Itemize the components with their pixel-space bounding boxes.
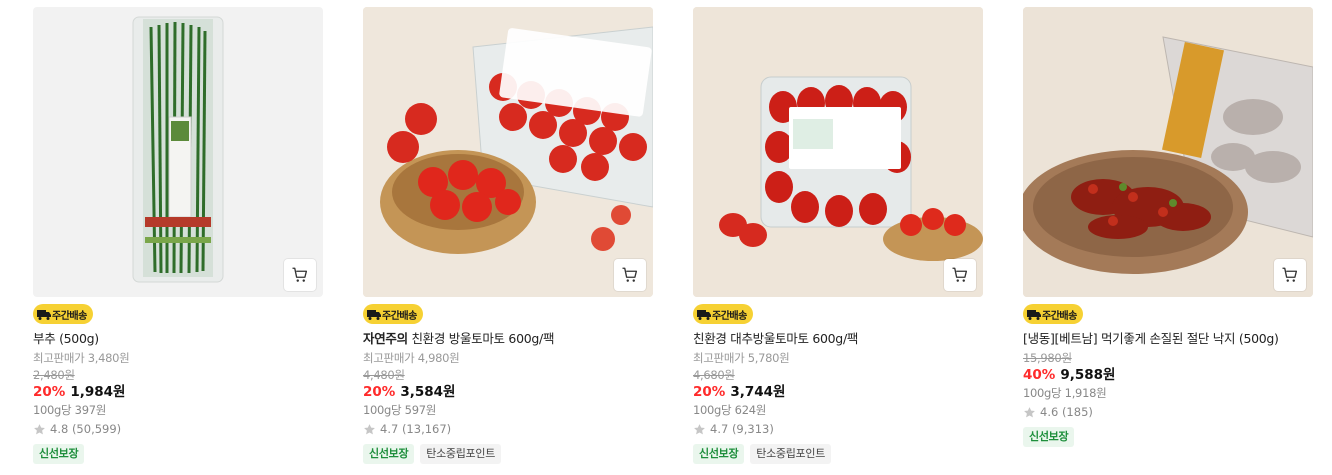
reference-price: 최고판매가 5,780원 <box>693 351 790 365</box>
discount-rate: 20% <box>693 384 726 400</box>
product-card[interactable]: 주간배송 자연주의 친환경 방울토마토 600g/팩 최고판매가 4,980원 … <box>363 7 653 464</box>
tag-carbon-neutral: 탄소중립포인트 <box>420 444 502 464</box>
star-icon <box>364 423 375 434</box>
tag-list: 신선보장 탄소중립포인트 <box>693 444 983 464</box>
product-card[interactable]: 주간배송 부추 (500g) 최고판매가 3,480원 2,480원 20% 1,… <box>33 7 323 464</box>
unit-price: 100g당 397원 <box>33 403 107 417</box>
product-image[interactable] <box>1023 7 1313 297</box>
sale-price-line: 20% 3,744원 <box>693 383 983 402</box>
original-price: 15,980원 <box>1023 351 1072 365</box>
product-brand: 자연주의 <box>363 331 408 346</box>
add-to-cart-button[interactable] <box>944 259 976 291</box>
unit-price: 100g당 597원 <box>363 403 437 417</box>
tag-list: 신선보장 <box>1023 427 1313 447</box>
badge-label: 주간배송 <box>382 310 417 322</box>
truck-icon <box>1027 310 1041 320</box>
date-tomato-image <box>693 7 983 297</box>
sale-price: 9,588원 <box>1060 367 1116 383</box>
cart-icon <box>292 267 308 282</box>
discount-rate: 20% <box>363 384 396 400</box>
original-price: 4,480원 <box>363 368 405 382</box>
tag-list: 신선보장 <box>33 444 323 464</box>
sale-price: 1,984원 <box>70 384 126 400</box>
chive-bundle-image <box>132 16 224 283</box>
rating: 4.8 (50,599) <box>33 420 323 438</box>
sale-price-line: 20% 1,984원 <box>33 383 323 402</box>
cherry-tomato-image <box>363 7 653 297</box>
product-image[interactable] <box>33 7 323 297</box>
octopus-dish-image <box>1023 7 1313 297</box>
cart-icon <box>1282 267 1298 282</box>
original-price: 4,680원 <box>693 368 735 382</box>
unit-price: 100g당 1,918원 <box>1023 386 1107 400</box>
tag-fresh-guarantee: 신선보장 <box>1023 427 1075 447</box>
tag-carbon-neutral: 탄소중립포인트 <box>750 444 832 464</box>
product-title[interactable]: 자연주의 친환경 방울토마토 600g/팩 <box>363 330 653 348</box>
star-icon <box>694 423 705 434</box>
tag-fresh-guarantee: 신선보장 <box>693 444 745 464</box>
rating: 4.7 (9,313) <box>693 420 983 438</box>
rating: 4.7 (13,167) <box>363 420 653 438</box>
product-image[interactable] <box>693 7 983 297</box>
discount-rate: 40% <box>1023 367 1056 383</box>
discount-rate: 20% <box>33 384 66 400</box>
sale-price: 3,584원 <box>400 384 456 400</box>
add-to-cart-button[interactable] <box>1274 259 1306 291</box>
weekly-delivery-badge: 주간배송 <box>33 304 93 324</box>
product-title[interactable]: 친환경 대추방울토마토 600g/팩 <box>693 330 983 348</box>
add-to-cart-button[interactable] <box>614 259 646 291</box>
cart-icon <box>622 267 638 282</box>
truck-icon <box>697 310 711 320</box>
sale-price: 3,744원 <box>730 384 786 400</box>
add-to-cart-button[interactable] <box>284 259 316 291</box>
star-icon <box>34 423 45 434</box>
tag-fresh-guarantee: 신선보장 <box>33 444 85 464</box>
badge-label: 주간배송 <box>712 310 747 322</box>
weekly-delivery-badge: 주간배송 <box>363 304 423 324</box>
star-icon <box>1024 406 1035 417</box>
cart-icon <box>952 267 968 282</box>
badge-label: 주간배송 <box>52 310 87 322</box>
product-card[interactable]: 주간배송 친환경 대추방울토마토 600g/팩 최고판매가 5,780원 4,6… <box>693 7 983 464</box>
truck-icon <box>367 310 381 320</box>
badge-label: 주간배송 <box>1042 310 1077 322</box>
product-title[interactable]: [냉동][베트남] 먹기좋게 손질된 절단 낙지 (500g) <box>1023 330 1313 348</box>
product-title[interactable]: 부추 (500g) <box>33 330 323 348</box>
product-card[interactable]: 주간배송 [냉동][베트남] 먹기좋게 손질된 절단 낙지 (500g) 15,… <box>1023 7 1313 447</box>
original-price: 2,480원 <box>33 368 75 382</box>
reference-price: 최고판매가 4,980원 <box>363 351 460 365</box>
weekly-delivery-badge: 주간배송 <box>1023 304 1083 324</box>
reference-price: 최고판매가 3,480원 <box>33 351 130 365</box>
tag-list: 신선보장 탄소중립포인트 <box>363 444 653 464</box>
sale-price-line: 20% 3,584원 <box>363 383 653 402</box>
weekly-delivery-badge: 주간배송 <box>693 304 753 324</box>
tag-fresh-guarantee: 신선보장 <box>363 444 415 464</box>
product-image[interactable] <box>363 7 653 297</box>
unit-price: 100g당 624원 <box>693 403 767 417</box>
rating: 4.6 (185) <box>1023 403 1313 421</box>
sale-price-line: 40% 9,588원 <box>1023 366 1313 385</box>
truck-icon <box>37 310 51 320</box>
